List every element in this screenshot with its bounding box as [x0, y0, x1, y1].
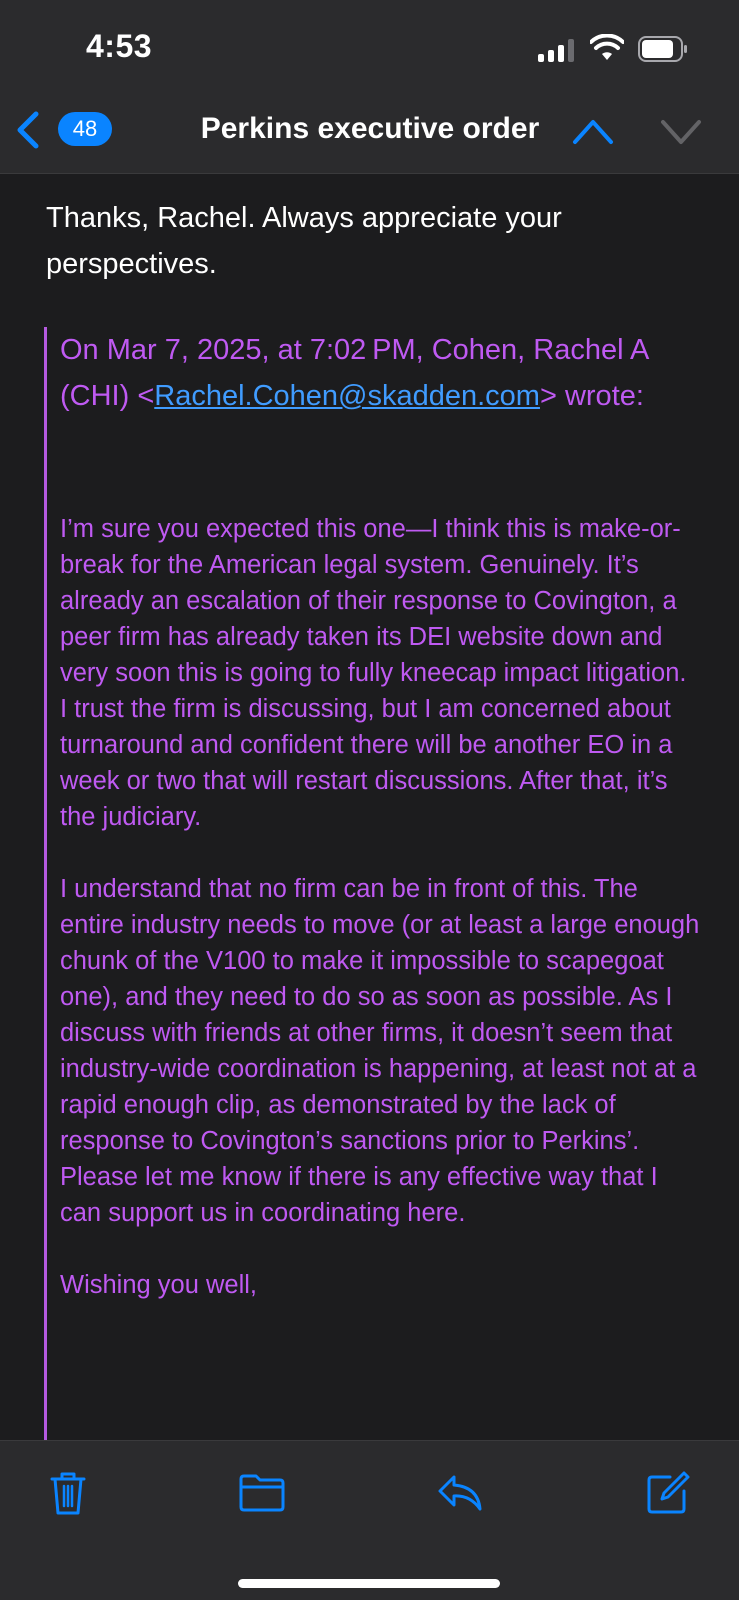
nav-bar: 48 Perkins executive order — [0, 96, 739, 174]
compose-icon[interactable] — [644, 1469, 692, 1517]
battery-icon — [638, 36, 687, 62]
down-arrow-icon[interactable] — [660, 116, 702, 146]
home-indicator[interactable] — [238, 1579, 500, 1588]
quote-paragraph-1: I’m sure you expected this one—I think t… — [60, 515, 687, 831]
unread-count-badge[interactable]: 48 — [58, 112, 112, 146]
sender-email-link[interactable]: Rachel.Cohen@skadden.com — [154, 380, 540, 412]
message-body[interactable]: Thanks, Rachel. Always appreciate your p… — [0, 175, 739, 1440]
quote-header: On Mar 7, 2025, at 7:02 PM, Cohen, Rache… — [60, 327, 700, 419]
up-arrow-icon[interactable] — [572, 116, 614, 146]
quote-header-wrote: > wrote: — [539, 380, 644, 412]
page-title: Perkins executive order — [200, 112, 540, 145]
quote-signoff: Wishing you well, — [60, 1271, 257, 1299]
trash-icon[interactable] — [44, 1469, 92, 1517]
reply-text: Thanks, Rachel. Always appreciate your p… — [46, 202, 562, 280]
mail-screen: 4:53 48 Perkins executive order Thanks, … — [0, 0, 739, 1600]
status-bar: 4:53 — [0, 0, 739, 96]
quoted-message: On Mar 7, 2025, at 7:02 PM, Cohen, Rache… — [44, 327, 724, 1440]
folder-icon[interactable] — [238, 1469, 286, 1517]
status-time: 4:53 — [86, 28, 153, 64]
bottom-toolbar — [0, 1440, 739, 1600]
wifi-icon — [590, 34, 624, 60]
back-chevron-icon[interactable] — [14, 110, 44, 150]
quote-paragraph-2: I understand that no firm can be in fron… — [60, 875, 700, 1227]
reply-icon[interactable] — [436, 1469, 484, 1517]
cellular-signal-icon — [538, 38, 578, 62]
quote-body: I’m sure you expected this one—I think t… — [60, 511, 700, 1303]
